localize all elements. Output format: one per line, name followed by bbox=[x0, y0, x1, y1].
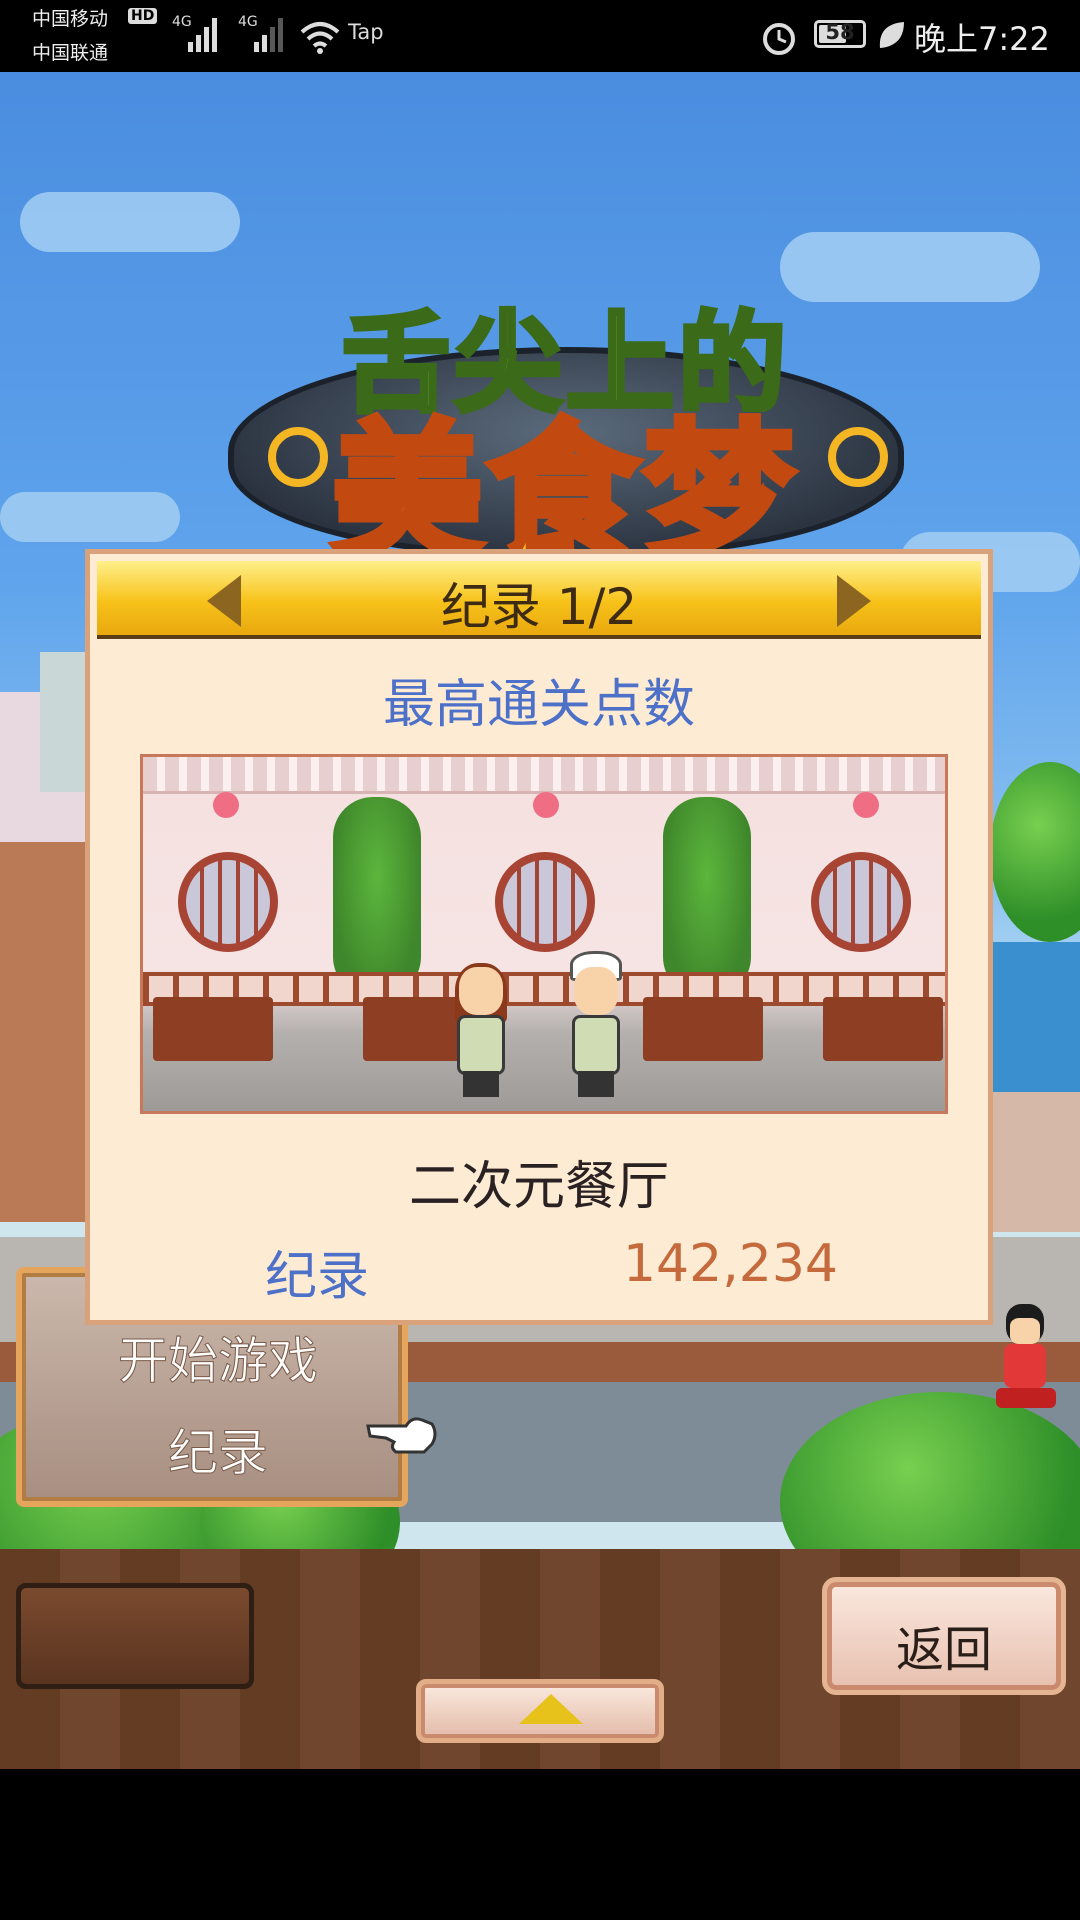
alarm-icon bbox=[763, 23, 795, 55]
cloud bbox=[0, 492, 180, 542]
pointing-hand-icon bbox=[366, 1417, 437, 1454]
game-logo: 舌尖上的 美食梦 bbox=[228, 257, 904, 585]
chef-character bbox=[568, 951, 624, 1097]
tap-app-indicator: Tap bbox=[348, 20, 384, 44]
up-arrow-icon bbox=[519, 1694, 583, 1724]
restaurant-preview-image bbox=[140, 754, 948, 1114]
carrier-secondary: 中国联通 bbox=[32, 42, 109, 64]
building bbox=[0, 842, 90, 1222]
leaf-icon bbox=[879, 22, 904, 48]
waitress-character bbox=[453, 963, 509, 1097]
clock: 晚上7:22 bbox=[914, 20, 1050, 58]
battery-level: 58 bbox=[825, 20, 855, 44]
hd-badge: HD bbox=[128, 8, 158, 24]
empty-slot bbox=[16, 1583, 254, 1689]
bottom-toolbar: 返回 bbox=[0, 1549, 1080, 1769]
wifi-icon bbox=[300, 22, 340, 54]
record-category: 最高通关点数 bbox=[382, 675, 695, 735]
tree bbox=[990, 762, 1080, 942]
status-bar: 中国移动 HD 中国联通 4G 4G Tap 58 晚上7:22 bbox=[0, 0, 1080, 72]
restaurant-name: 二次元餐厅 bbox=[408, 1157, 669, 1217]
menu-records[interactable]: 纪录 bbox=[22, 1413, 414, 1485]
cloud bbox=[20, 192, 240, 252]
next-record-arrow-icon[interactable] bbox=[837, 575, 871, 627]
game-scene: 舌尖上的 美食梦 开始游戏 纪录 纪录 1/2 最高通关点数 二次元餐厅 纪录 … bbox=[0, 72, 1080, 1769]
pedestrian-character bbox=[990, 1304, 1060, 1414]
carrier-primary: 中国移动 bbox=[32, 8, 109, 30]
signal-icon bbox=[254, 16, 288, 52]
menu-start-game[interactable]: 开始游戏 bbox=[22, 1321, 414, 1393]
record-value: 142,234 bbox=[622, 1234, 838, 1294]
scroll-up-button[interactable] bbox=[416, 1679, 664, 1743]
record-label: 纪录 bbox=[265, 1247, 370, 1307]
building bbox=[990, 942, 1080, 1092]
back-button-label: 返回 bbox=[895, 1622, 992, 1678]
battery-icon: 58 bbox=[814, 20, 866, 48]
dialog-header: 纪录 1/2 bbox=[97, 561, 981, 639]
back-button[interactable]: 返回 bbox=[822, 1577, 1066, 1695]
record-dialog: 纪录 1/2 最高通关点数 二次元餐厅 纪录 142,234 bbox=[85, 549, 993, 1325]
building bbox=[40, 652, 90, 792]
signal-icon bbox=[188, 16, 222, 52]
building bbox=[990, 1092, 1080, 1232]
